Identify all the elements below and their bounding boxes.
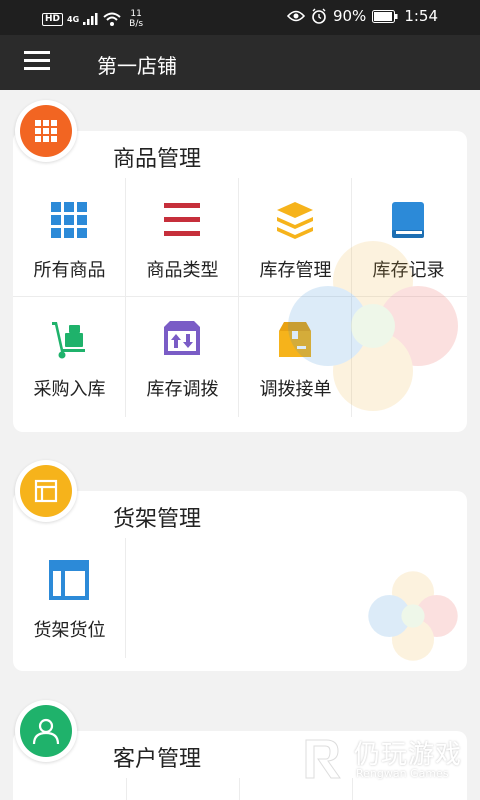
watermark-text: 仍玩游戏: [354, 740, 463, 770]
page-title: 第一店铺: [97, 54, 177, 78]
clover-watermark-icon: [368, 571, 458, 661]
shelf-layout-icon: [34, 479, 58, 503]
menu-item-label: 采购入库: [33, 379, 106, 400]
hand-truck-icon: [52, 322, 85, 359]
menu-item-goods-types[interactable]: 商品类型: [126, 178, 239, 298]
menu-item-purchase-inbound[interactable]: 采购入库: [13, 297, 126, 417]
menu-item-label: 商品类型: [146, 260, 219, 281]
menu-item-label: 所有商品: [33, 260, 106, 281]
section-badge: [15, 460, 77, 522]
status-bar: HD 4G 11 B/s 90% 1:54: [0, 0, 480, 35]
transfer-box-icon: [164, 321, 200, 355]
person-icon: [32, 718, 60, 745]
wifi-icon: [103, 12, 121, 26]
menu-item-shelf-locations[interactable]: 货架货位: [13, 538, 126, 658]
section-badge: [15, 100, 77, 162]
section-title: 客户管理: [113, 747, 202, 772]
section-badge: [15, 700, 77, 762]
menu-item-label: 货架货位: [33, 620, 106, 641]
hd-indicator: HD: [42, 12, 64, 26]
menu-item-all-goods[interactable]: 所有商品: [13, 178, 126, 298]
battery-icon: [372, 9, 398, 23]
shelf-layout-icon: [49, 560, 89, 600]
battery-percent: 90%: [332, 7, 367, 25]
section-title: 商品管理: [113, 147, 202, 172]
signal-icon: [83, 13, 98, 25]
site-watermark: 仍玩游戏 Rengwan Games: [300, 730, 475, 790]
clover-watermark-icon: [288, 241, 458, 411]
divider: [239, 778, 240, 800]
hamburger-menu-icon[interactable]: [24, 51, 50, 73]
section-card-goods: 商品管理 所有商品 商品类型 库存管理 采购入库 库存调拨 调拨接单: [13, 131, 467, 432]
watermark-logo-icon: [305, 739, 341, 779]
eye-icon: [286, 10, 305, 22]
menu-item-label: 库存调拨: [146, 379, 219, 400]
bars-icon: [164, 203, 200, 236]
app-bar: 第一店铺: [0, 35, 480, 90]
clock: 1:54: [404, 7, 438, 25]
grid-icon: [51, 202, 87, 238]
section-card-shelves: 货架管理 货架货位: [13, 491, 467, 671]
menu-item-inventory-transfer[interactable]: 库存调拨: [126, 297, 239, 417]
section-title: 货架管理: [113, 507, 202, 532]
network-type: 4G: [67, 14, 80, 24]
network-speed: 11 B/s: [129, 9, 144, 29]
divider: [126, 778, 127, 800]
watermark-subtext: Rengwan Games: [356, 767, 449, 780]
status-right: 90% 1:54: [286, 7, 438, 25]
status-left: HD 4G 11 B/s: [42, 9, 143, 29]
grid-icon: [35, 120, 57, 142]
alarm-icon: [312, 8, 326, 24]
